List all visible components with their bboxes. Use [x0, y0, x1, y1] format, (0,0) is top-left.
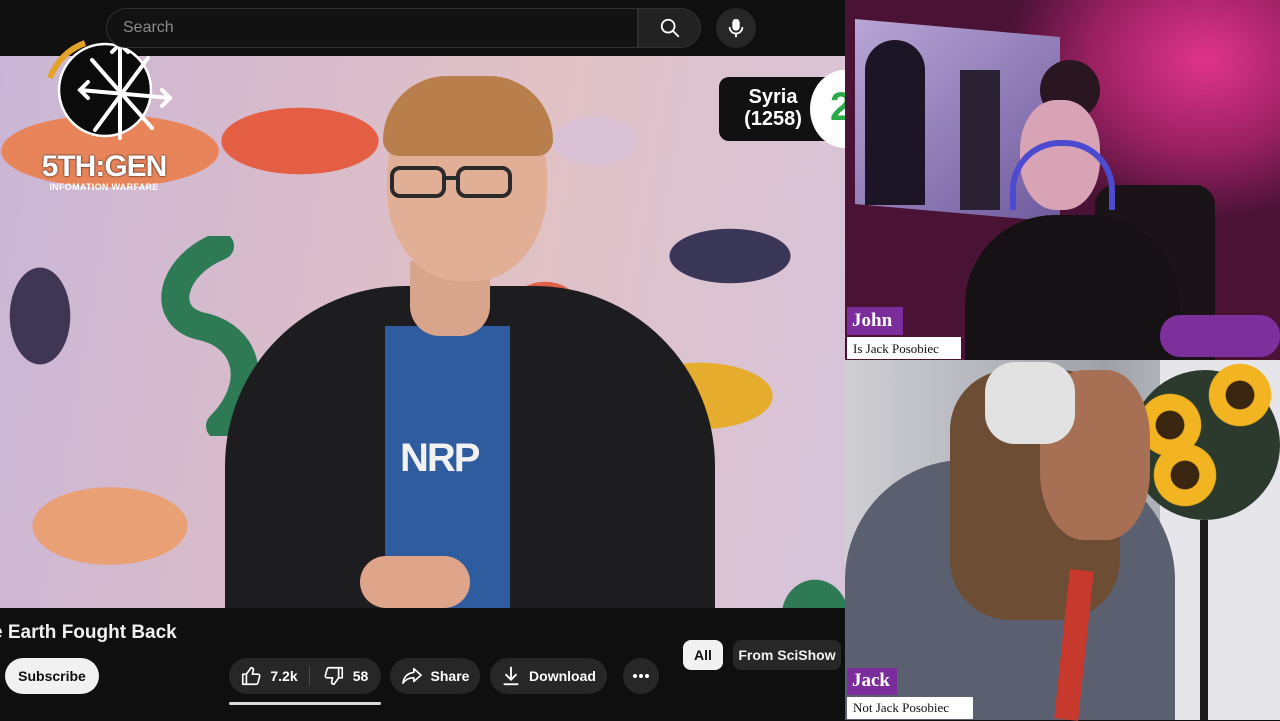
poster-figure [865, 40, 925, 205]
share-label: Share [430, 668, 470, 684]
voice-search-button[interactable] [716, 8, 756, 48]
dislike-button[interactable]: 58 [310, 658, 381, 694]
share-icon [401, 667, 422, 685]
john-name-label: John [852, 310, 893, 331]
john-caption-label: Is Jack Posobiec [853, 341, 939, 356]
glasses-icon [390, 166, 512, 198]
search-icon [660, 18, 679, 38]
john-body [965, 215, 1180, 360]
search-button[interactable] [638, 8, 701, 48]
john-cup [1160, 315, 1280, 357]
host-hair [383, 76, 553, 156]
headphone-icon [985, 362, 1075, 444]
overlay-number: 2 [830, 85, 845, 129]
overlay-country-label: Syria (1258) [744, 86, 802, 130]
chip-all[interactable]: All [683, 640, 723, 670]
download-icon [503, 666, 519, 686]
video-title: e Earth Fought Back [0, 622, 177, 643]
like-underline [229, 702, 381, 705]
sunflower-icon [1205, 360, 1275, 430]
chip-from-channel[interactable]: From SciShow [733, 640, 841, 670]
share-button[interactable]: Share [390, 658, 480, 694]
jack-name-label: Jack [852, 670, 890, 691]
poster-figure [960, 70, 1000, 210]
more-horizontal-icon [633, 674, 649, 678]
like-button[interactable]: 7.2k [229, 658, 309, 694]
microphone-icon [728, 18, 744, 38]
search-input[interactable] [107, 9, 619, 47]
jack-caption-label: Not Jack Posobiec [853, 700, 950, 715]
logo-subtitle-text: INFOMATION WARFARE [49, 182, 159, 192]
host-hand [360, 556, 470, 608]
download-button[interactable]: Download [490, 658, 607, 694]
logo-brand-text: 5TH:GEN [41, 150, 168, 183]
like-count: 7.2k [270, 668, 298, 684]
more-actions-button[interactable] [623, 658, 659, 694]
thumbs-down-icon [324, 666, 343, 686]
thumbs-up-icon [242, 666, 261, 686]
search-box[interactable] [106, 8, 638, 48]
like-dislike-group: 7.2k 58 [229, 658, 381, 694]
shirt-logo: NRP [400, 436, 480, 480]
download-label: Download [529, 668, 596, 684]
sunflower-icon [1150, 440, 1220, 510]
mic-stand [1200, 520, 1208, 720]
youtube-panel: NRP Syria (1258) 2 5TH:GEN INFOMATION WA… [0, 0, 845, 720]
subscribe-button[interactable]: Subscribe [5, 658, 99, 694]
dislike-count: 58 [352, 668, 369, 684]
